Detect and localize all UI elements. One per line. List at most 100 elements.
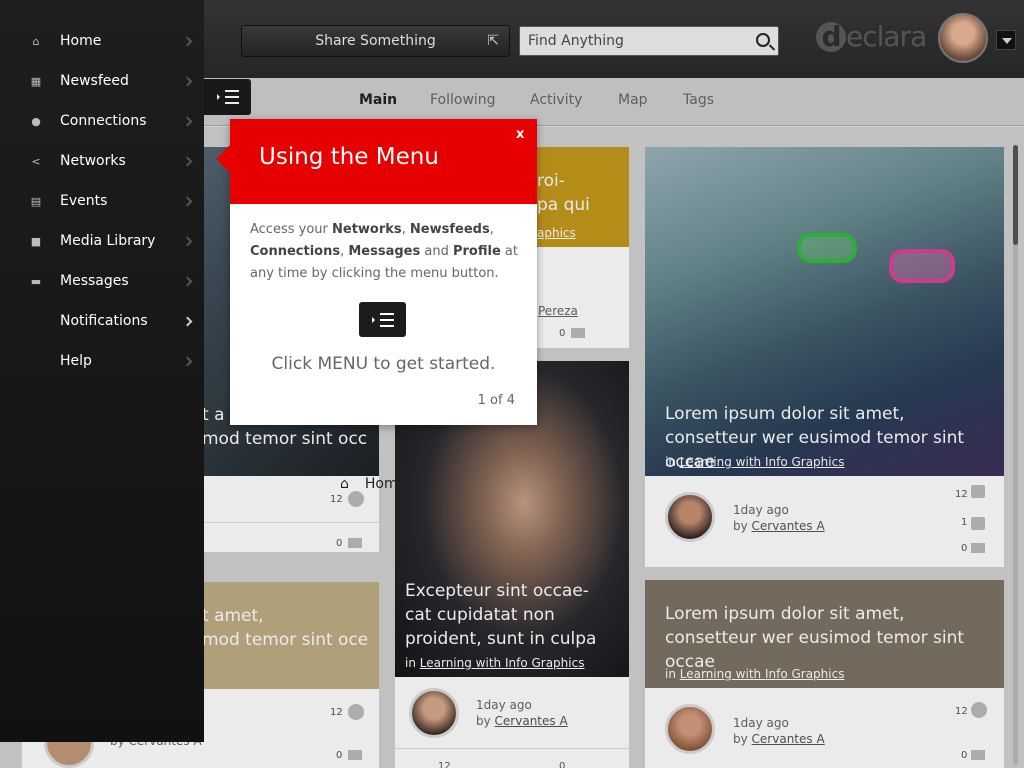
thumbs-up-icon[interactable]	[971, 485, 985, 498]
post-time: 1day ago	[733, 503, 789, 517]
card-topic: in Learning with Info Graphics	[665, 455, 845, 469]
author-line: by Cervantes A	[733, 519, 825, 533]
author-avatar[interactable]	[409, 688, 459, 738]
menu-arrow-icon	[372, 317, 375, 323]
share-label: Share Something	[315, 33, 436, 49]
like-count: 12	[438, 761, 451, 768]
chevron-right-icon	[182, 196, 193, 207]
comment-count: 0	[559, 761, 566, 768]
home-icon: ⌂	[340, 476, 349, 492]
author-avatar[interactable]	[665, 704, 715, 754]
sidebar-item-label: Messages	[60, 273, 129, 289]
topic-link[interactable]: Learning with Info Graphics	[680, 667, 845, 681]
close-button[interactable]: x	[516, 127, 524, 142]
sidebar-item-help[interactable]: Help	[0, 343, 204, 383]
sidebar-item-messages[interactable]: ▬ Messages	[0, 263, 204, 303]
author-link[interactable]: Cervantes A	[752, 519, 825, 533]
card-topic-link[interactable]: aphics	[537, 226, 576, 240]
tab-tags[interactable]: Tags	[683, 92, 714, 108]
author-link[interactable]: Cervantes A	[752, 732, 825, 746]
post-time: 1day ago	[733, 716, 789, 730]
share-something-button[interactable]: Share Something ⇱	[241, 25, 510, 57]
sidebar-item-notifications[interactable]: Notifications	[0, 303, 204, 343]
comment-icon[interactable]	[348, 538, 362, 548]
scrollbar-thumb[interactable]	[1013, 145, 1018, 245]
like-icon[interactable]	[348, 491, 364, 507]
comment-icon[interactable]	[348, 750, 362, 760]
chat-icon: ▬	[30, 275, 42, 288]
comment-icon[interactable]	[571, 328, 585, 338]
chevron-right-icon	[182, 276, 193, 287]
menu-icon	[380, 313, 394, 315]
sidebar-item-media-library[interactable]: ■ Media Library	[0, 223, 204, 263]
comment-count: 0	[559, 328, 566, 339]
topic-link[interactable]: Learning with Info Graphics	[420, 656, 585, 670]
card-caption: roi-pa qui	[537, 171, 590, 215]
sidebar-item-label: Newsfeed	[60, 73, 129, 89]
post-time: 1day ago	[476, 698, 532, 712]
sidebar-item-label: Networks	[60, 153, 126, 169]
tab-main[interactable]: Main	[359, 92, 397, 108]
sidebar-item-label: Home	[60, 33, 102, 49]
tab-map[interactable]: Map	[618, 92, 648, 108]
sidebar-item-home[interactable]: ⌂ Home	[0, 23, 204, 63]
card-caption: t amet, mod temor sint oce	[202, 606, 369, 650]
search-box[interactable]	[519, 26, 779, 56]
feed-card[interactable]: Lorem ipsum dolor sit amet, consetteur w…	[645, 147, 1004, 567]
sidebar-item-connections[interactable]: ● Connections	[0, 103, 204, 143]
chevron-right-icon	[182, 76, 193, 87]
menu-arrow-icon	[217, 94, 220, 100]
popup-body: Access your Networks, Newsfeeds, Connect…	[250, 222, 518, 281]
menu-icon	[225, 90, 239, 92]
topic-link[interactable]: Learning with Info Graphics	[680, 455, 845, 469]
sidebar-item-networks[interactable]: < Networks	[0, 143, 204, 183]
sidebar-item-events[interactable]: ▤ Events	[0, 183, 204, 223]
menu-button[interactable]	[204, 79, 251, 115]
search-icon[interactable]	[756, 33, 770, 47]
popup-title: Using the Menu	[259, 144, 439, 170]
share-icon: <	[31, 155, 41, 168]
comment-icon[interactable]	[971, 543, 985, 553]
thumbs-down-icon[interactable]	[971, 517, 985, 530]
tab-following[interactable]: Following	[430, 92, 496, 108]
comment-count: 0	[961, 543, 968, 554]
grid-icon: ▦	[30, 75, 42, 88]
author-link[interactable]: Pereza	[538, 304, 578, 318]
like-icon[interactable]	[348, 704, 364, 720]
chevron-right-icon	[182, 356, 193, 367]
like-count: 12	[330, 494, 343, 505]
scrollbar[interactable]	[1013, 145, 1018, 765]
logo-mark: d	[816, 22, 846, 52]
card-caption: Excepteur sint occae- cat cupidatat non …	[405, 581, 597, 649]
book-icon: ■	[30, 235, 42, 248]
goggles-pink	[889, 249, 955, 283]
profile-dropdown-button[interactable]	[996, 30, 1016, 50]
like-icon[interactable]	[971, 702, 987, 718]
popup-page-indicator: 1 of 4	[477, 393, 515, 408]
dislike-count: 1	[961, 517, 968, 528]
sidebar-item-label: Notifications	[60, 313, 148, 329]
chevron-right-icon	[182, 116, 193, 127]
chevron-right-icon	[182, 156, 193, 167]
declara-logo[interactable]: d eclara	[816, 20, 927, 53]
search-input[interactable]	[520, 27, 740, 55]
popup-call-to-action: Click MENU to get started.	[271, 354, 496, 374]
chevron-right-icon	[182, 316, 193, 327]
profile-avatar[interactable]	[938, 13, 988, 63]
author-link[interactable]: Cervantes A	[495, 714, 568, 728]
popup-header: Using the Menu x	[216, 119, 537, 204]
sidebar-item-label: Connections	[60, 113, 147, 129]
calendar-icon: ▤	[30, 195, 42, 208]
sidebar-item-newsfeed[interactable]: ▦ Newsfeed	[0, 63, 204, 103]
comment-count: 0	[961, 750, 968, 761]
author-avatar[interactable]	[665, 492, 715, 542]
tab-activity[interactable]: Activity	[530, 92, 582, 108]
comment-count: 0	[336, 750, 343, 761]
home-icon: ⌂	[32, 35, 40, 48]
feed-card[interactable]: Lorem ipsum dolor sit amet, consetteur w…	[645, 580, 1004, 768]
share-out-icon: ⇱	[487, 33, 499, 49]
menu-button-illustration	[359, 302, 406, 337]
author-line: by Cervantes A	[733, 732, 825, 746]
comment-icon[interactable]	[971, 750, 985, 760]
person-icon: ●	[31, 115, 41, 128]
